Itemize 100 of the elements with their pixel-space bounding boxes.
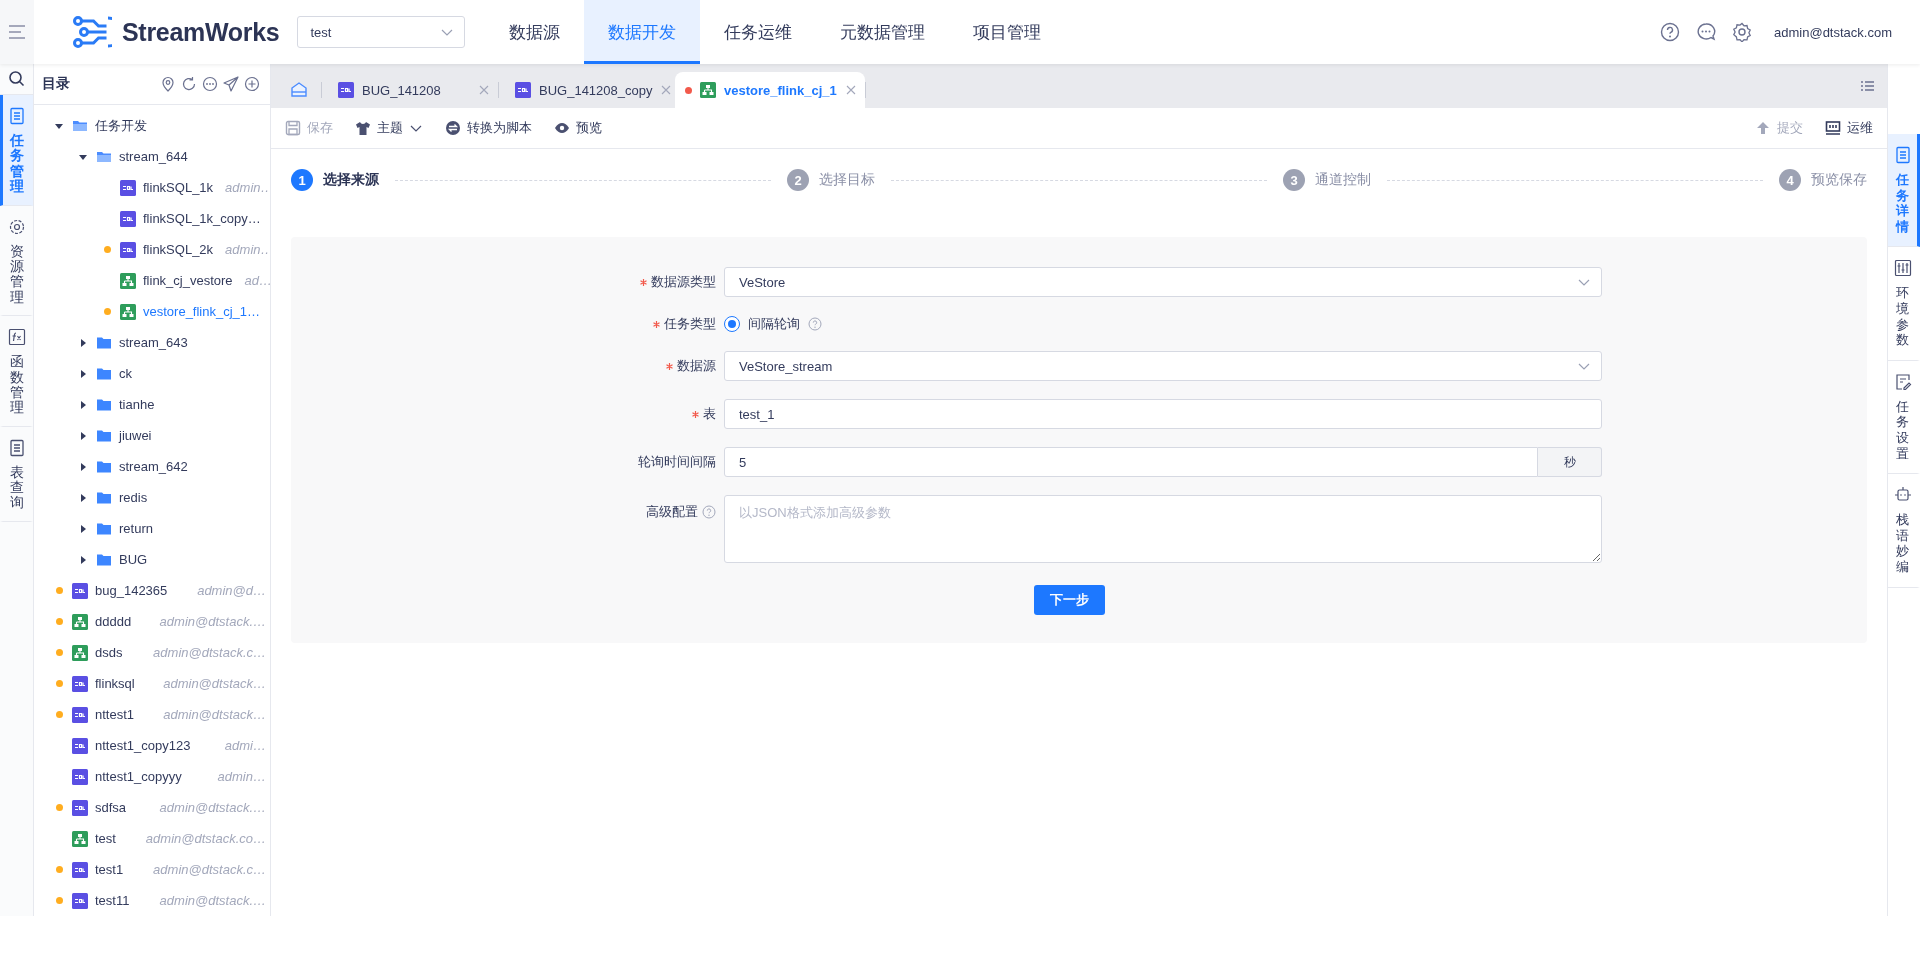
caret-right-icon[interactable] xyxy=(78,554,88,565)
field-label: 高级配置 xyxy=(646,503,698,521)
nav-tab[interactable]: 数据开发 xyxy=(584,0,701,64)
folder-item[interactable]: stream_643 xyxy=(34,327,270,358)
rail-tab[interactable]: 环境参数 xyxy=(1888,247,1920,361)
refresh-icon[interactable] xyxy=(181,76,197,92)
flow-file-icon xyxy=(700,82,716,98)
panel-title: 目录 xyxy=(42,75,70,93)
folder-item[interactable]: stream_642 xyxy=(34,451,270,482)
file-item[interactable]: flinkSQL_1k admin… xyxy=(34,172,270,203)
sql-file-icon xyxy=(120,210,136,227)
file-item[interactable]: flinksql admin@dtstack… xyxy=(34,668,270,699)
list-icon[interactable] xyxy=(1859,78,1875,94)
file-item[interactable]: flinkSQL_1k_copy… xyxy=(34,203,270,234)
file-item[interactable]: nttest1_copy123 admi… xyxy=(34,730,270,761)
search-icon[interactable] xyxy=(7,70,26,88)
folder-item[interactable]: stream_644 xyxy=(34,141,270,172)
field-label: 表 xyxy=(703,405,716,423)
folder-item[interactable]: return xyxy=(34,513,270,544)
editor-tab[interactable]: BUG_141208 xyxy=(322,72,498,108)
rail-tab[interactable]: 任务详情 xyxy=(1888,134,1920,248)
file-item[interactable]: test admin@dtstack.co… xyxy=(34,823,270,854)
file-item[interactable]: flinkSQL_2k admin… xyxy=(34,234,270,265)
location-icon[interactable] xyxy=(160,76,176,92)
chat-icon[interactable] xyxy=(1696,22,1717,42)
nav-tab[interactable]: 数据源 xyxy=(485,0,585,64)
select-field[interactable]: VeStore xyxy=(724,267,1602,297)
folder-item[interactable]: 任务开发 xyxy=(34,110,270,141)
caret-right-icon[interactable] xyxy=(78,399,88,410)
rail-tab[interactable]: 资源管理 xyxy=(0,205,33,317)
project-select[interactable]: test xyxy=(297,16,466,48)
field-label: 数据源 xyxy=(677,357,716,375)
caret-right-icon[interactable] xyxy=(78,492,88,503)
sql-file-icon xyxy=(72,768,88,785)
sliders-icon xyxy=(1893,259,1912,278)
sql-file-icon xyxy=(120,179,136,196)
radio-label[interactable]: 间隔轮询 xyxy=(748,315,800,333)
owner-label: admin@dtstack.co… xyxy=(144,831,266,846)
flow-file-icon xyxy=(72,644,88,661)
more-icon[interactable] xyxy=(202,76,218,92)
folder-item[interactable]: jiuwei xyxy=(34,420,270,451)
input-field[interactable]: 5 xyxy=(724,447,1538,477)
sql-file-icon xyxy=(72,737,88,754)
home-icon[interactable] xyxy=(289,80,309,100)
user-name[interactable]: admin@dtstack.com xyxy=(1774,24,1892,40)
owner-label: admin@dtstack… xyxy=(162,707,266,722)
select-field[interactable]: VeStore_stream xyxy=(724,351,1602,381)
rail-tab[interactable]: 任务管理 xyxy=(0,95,33,206)
rail-tab[interactable]: 表查询 xyxy=(0,426,33,522)
flow-file-icon xyxy=(72,830,88,847)
editor-tab[interactable]: BUG_141208_copy xyxy=(499,72,675,108)
input-field[interactable]: test_1 xyxy=(724,399,1602,429)
nav-tab[interactable]: 元数据管理 xyxy=(816,0,950,64)
file-item[interactable]: dsds admin@dtstack.c… xyxy=(34,637,270,668)
unit-addon: 秒 xyxy=(1538,447,1602,477)
toolbar-button[interactable]: 主题 xyxy=(355,119,423,137)
help-icon[interactable] xyxy=(1660,22,1681,42)
folder-item[interactable]: ck xyxy=(34,358,270,389)
editor-tab[interactable]: vestore_flink_cj_1 xyxy=(675,72,865,108)
function-icon xyxy=(7,328,26,347)
flow-file-icon xyxy=(120,303,136,320)
sql-file-icon xyxy=(72,799,88,816)
caret-right-icon[interactable] xyxy=(78,368,88,379)
rail-tab[interactable]: 栈语妙编 xyxy=(1888,474,1920,588)
file-item[interactable]: nttest1_copyyy admin… xyxy=(34,761,270,792)
file-item[interactable]: ddddd admin@dtstack.… xyxy=(34,606,270,637)
caret-right-icon[interactable] xyxy=(78,523,88,534)
file-item[interactable]: flink_cj_vestore ad… xyxy=(34,265,270,296)
folder-item[interactable]: tianhe xyxy=(34,389,270,420)
folder-item[interactable]: redis xyxy=(34,482,270,513)
toolbar-button[interactable]: 运维 xyxy=(1825,119,1873,137)
caret-right-icon[interactable] xyxy=(78,461,88,472)
field-label: 数据源类型 xyxy=(651,273,716,291)
sql-file-icon xyxy=(72,892,88,909)
file-item[interactable]: vestore_flink_cj_1… xyxy=(34,296,270,327)
next-button[interactable]: 下一步 xyxy=(1033,585,1105,615)
folder-item[interactable]: BUG xyxy=(34,544,270,575)
rail-tab[interactable]: 函数管理 xyxy=(0,316,33,427)
send-icon[interactable] xyxy=(223,76,239,92)
caret-right-icon[interactable] xyxy=(78,430,88,441)
file-item[interactable]: bug_142365 admin@d… xyxy=(34,575,270,606)
radio-button[interactable] xyxy=(724,316,740,332)
file-item[interactable]: test11 admin@dtstack.… xyxy=(34,885,270,916)
nav-tab[interactable]: 任务运维 xyxy=(700,0,817,64)
toolbar-button[interactable]: 预览 xyxy=(554,119,602,137)
nav-tab[interactable]: 项目管理 xyxy=(949,0,1066,64)
caret-right-icon[interactable] xyxy=(78,337,88,348)
list-icon xyxy=(7,107,26,125)
file-item[interactable]: sdfsa admin@dtstack.… xyxy=(34,792,270,823)
file-item[interactable]: test1 admin@dtstack.c… xyxy=(34,854,270,885)
toolbar-button[interactable]: 转换为脚本 xyxy=(445,119,532,137)
file-item[interactable]: nttest1 admin@dtstack… xyxy=(34,699,270,730)
rail-tab[interactable]: 任务设置 xyxy=(1888,360,1920,475)
step-label: 预览保存 xyxy=(1811,171,1867,189)
sql-file-icon xyxy=(72,582,88,599)
text-area[interactable]: 以JSON格式添加高级参数 xyxy=(724,495,1602,563)
flow-file-icon xyxy=(72,613,88,630)
swap-icon xyxy=(445,120,461,136)
add-icon[interactable] xyxy=(244,76,260,92)
settings-icon[interactable] xyxy=(1732,22,1753,42)
